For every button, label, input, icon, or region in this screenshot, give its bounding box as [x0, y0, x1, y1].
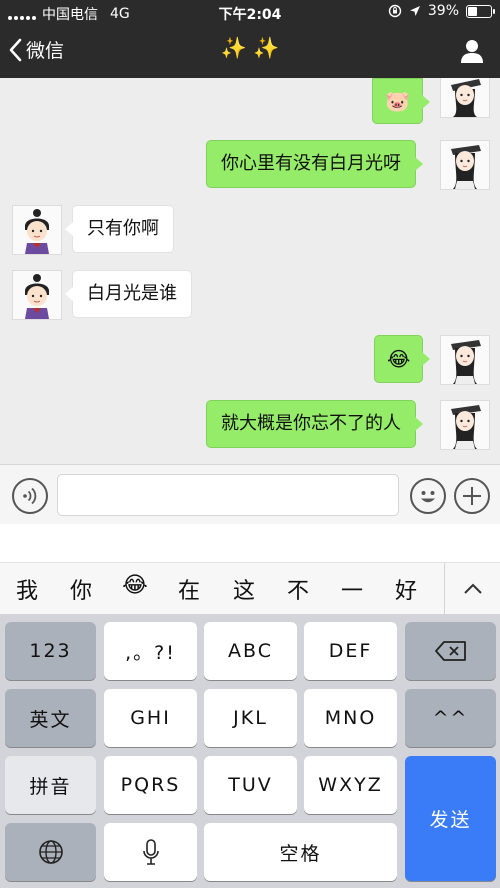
key-jkl[interactable]: JKL	[204, 689, 297, 747]
message-bubble[interactable]: 😂	[374, 335, 431, 383]
location-icon	[409, 6, 420, 16]
message-row: 🐷	[0, 78, 500, 126]
key-pqrs[interactable]: PQRS	[104, 756, 197, 814]
battery-icon	[466, 4, 495, 18]
battery-percent: 39%	[427, 3, 459, 19]
candidate-bar: 我 你 😂 在 这 不 一 好	[0, 562, 500, 616]
key-wxyz[interactable]: WXYZ	[304, 756, 397, 814]
candidate-word[interactable]: 你	[61, 573, 101, 605]
message-row: 只有你啊	[0, 205, 500, 255]
key-mno[interactable]: MNO	[304, 689, 397, 747]
boy-cartoon-avatar	[13, 206, 61, 254]
key-pinyin[interactable]: 拼音	[5, 756, 96, 814]
key-abc[interactable]: ABC	[204, 622, 297, 680]
message-input[interactable]	[57, 474, 399, 516]
chat-info-icon[interactable]	[458, 37, 486, 65]
input-bar	[0, 464, 500, 525]
voice-button[interactable]	[12, 478, 48, 514]
message-bubble[interactable]: 你心里有没有白月光呀	[206, 140, 423, 188]
key-tuv[interactable]: TUV	[204, 756, 297, 814]
candidate-word[interactable]: 这	[224, 573, 264, 605]
voice-icon	[23, 487, 37, 505]
candidate-word[interactable]: 一	[332, 573, 372, 605]
girl-cartoon-avatar	[441, 78, 489, 117]
my-avatar[interactable]	[440, 400, 490, 450]
message-bubble[interactable]: 只有你啊	[65, 205, 174, 253]
message-bubble[interactable]: 白月光是谁	[65, 270, 192, 318]
key-123[interactable]: 123	[5, 622, 96, 680]
microphone-key[interactable]	[104, 823, 197, 881]
message-bubble[interactable]: 就大概是你忘不了的人	[206, 400, 423, 448]
send-key[interactable]: 发送	[405, 756, 496, 881]
message-row: 就大概是你忘不了的人	[0, 400, 500, 450]
message-row: 😂	[0, 335, 500, 385]
key-ghi[interactable]: GHI	[104, 689, 197, 747]
expand-candidates-button[interactable]	[444, 563, 500, 615]
plus-icon	[463, 487, 481, 505]
girl-cartoon-avatar	[441, 401, 489, 449]
chat-area[interactable]: 🐷 你心里有没有白月光呀 只有你啊 白月光是谁 😂 就大概是你忘不了的人	[0, 78, 500, 464]
chat-title: ✨ ✨	[220, 36, 280, 60]
smiley-icon	[421, 491, 435, 503]
candidate-word[interactable]: 😂	[115, 573, 155, 598]
girl-cartoon-avatar	[441, 141, 489, 189]
key-def[interactable]: DEF	[304, 622, 397, 680]
message-bubble[interactable]: 🐷	[372, 78, 430, 124]
contact-avatar[interactable]	[12, 205, 62, 255]
my-avatar[interactable]	[440, 335, 490, 385]
key-emoticon[interactable]: ^^	[405, 689, 496, 747]
delete-key[interactable]	[405, 622, 496, 680]
candidate-word[interactable]: 在	[169, 573, 209, 605]
backspace-icon	[434, 641, 466, 661]
contact-avatar[interactable]	[12, 270, 62, 320]
my-avatar[interactable]	[440, 78, 490, 118]
message-row: 你心里有没有白月光呀	[0, 140, 500, 190]
candidate-word[interactable]: 我	[7, 573, 47, 605]
candidate-word[interactable]: 好	[386, 573, 426, 605]
candidate-word[interactable]: 不	[278, 573, 318, 605]
space-key[interactable]: 空格	[204, 823, 397, 881]
message-row: 白月光是谁	[0, 270, 500, 320]
girl-cartoon-avatar	[441, 336, 489, 384]
status-bar: 中国电信 4G 下午2:04 39%	[0, 0, 500, 24]
keyboard-top-strip	[0, 524, 500, 562]
emoji-button[interactable]	[410, 478, 446, 514]
globe-icon	[38, 840, 63, 864]
rotation-lock-icon	[388, 4, 402, 18]
nav-bar: 微信 ✨ ✨	[0, 24, 500, 78]
key-punctuation[interactable]: ,。?!	[104, 622, 197, 680]
keyboard: 123 ,。?! ABC DEF 英文 GHI JKL MNO ^^ 拼音 PQ…	[0, 614, 500, 888]
microphone-icon	[142, 839, 159, 865]
chevron-up-icon	[464, 583, 482, 594]
boy-cartoon-avatar	[13, 271, 61, 319]
globe-key[interactable]	[5, 823, 96, 881]
more-button[interactable]	[454, 478, 490, 514]
key-english[interactable]: 英文	[5, 689, 96, 747]
my-avatar[interactable]	[440, 140, 490, 190]
